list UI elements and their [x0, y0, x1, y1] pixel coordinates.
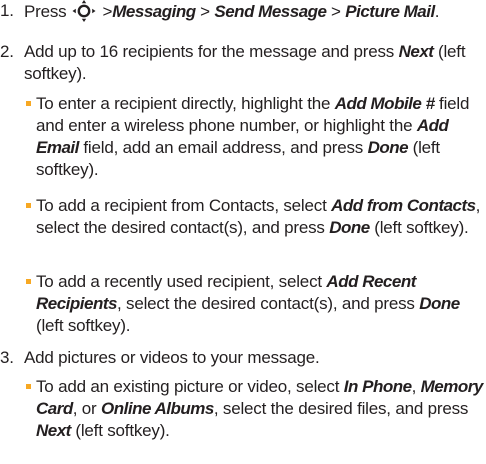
text-run: .: [434, 2, 440, 21]
bullet-icon: [26, 101, 31, 106]
text-run: (left softkey).: [70, 421, 170, 440]
text-run: ,: [411, 377, 421, 396]
text-run: To enter a recipient directly, highlight…: [36, 94, 335, 113]
menu-term: Send Message: [214, 2, 327, 21]
step-text: Add up to 16 recipients for the message …: [24, 41, 486, 85]
menu-term: In Phone: [343, 377, 412, 396]
text-run: Add up to 16 recipients for the message …: [24, 42, 399, 61]
menu-term: Picture Mail: [345, 2, 435, 21]
menu-term: Done: [419, 294, 460, 313]
bullet-icon: [26, 279, 31, 284]
text-run: >: [97, 2, 113, 21]
step-number: 1.: [0, 1, 14, 20]
text-run: To add a recently used recipient, select: [36, 272, 327, 291]
navigation-key-icon: [72, 0, 96, 22]
text-run: (left softkey).: [36, 316, 131, 335]
menu-term: Done: [367, 138, 409, 157]
text-run: Press: [24, 2, 71, 21]
text-run: Add pictures or videos to your message.: [24, 348, 320, 367]
step-number: 2.: [0, 42, 14, 61]
sub-item-text: To add an existing picture or video, sel…: [36, 376, 486, 442]
bullet-icon: [26, 384, 31, 389]
step-text: Press >Messaging > Send Message > Pictur…: [24, 0, 486, 23]
menu-term: Next: [36, 421, 71, 440]
menu-term: Online Albums: [101, 399, 214, 418]
menu-term: Messaging: [112, 2, 196, 21]
text-run: To add an existing picture or video, sel…: [36, 377, 344, 396]
instruction-list: 1. Press >Messaging > Send Message > Pic…: [0, 0, 486, 464]
menu-term: Add from Contacts: [331, 196, 476, 215]
text-run: >: [326, 2, 346, 21]
sub-item-text: To enter a recipient directly, highlight…: [36, 93, 486, 181]
menu-term: Next: [398, 42, 434, 61]
text-run: , or: [72, 399, 102, 418]
bullet-icon: [26, 203, 31, 208]
sub-item-text: To add a recipient from Contacts, select…: [36, 195, 486, 239]
step-text: Add pictures or videos to your message.: [24, 347, 486, 369]
text-run: , select the desired contact(s), and pre…: [116, 294, 420, 313]
menu-term: Done: [329, 218, 370, 237]
text-run: (left softkey).: [369, 218, 469, 237]
text-run: , select the desired files, and press: [213, 399, 469, 418]
step-number: 3.: [0, 348, 14, 367]
menu-term: Add Mobile #: [334, 94, 435, 113]
text-run: To add a recipient from Contacts, select: [36, 196, 332, 215]
sub-item-text: To add a recently used recipient, select…: [36, 271, 486, 337]
text-run: field, add an email address, and press: [78, 138, 368, 157]
text-run: >: [195, 2, 215, 21]
